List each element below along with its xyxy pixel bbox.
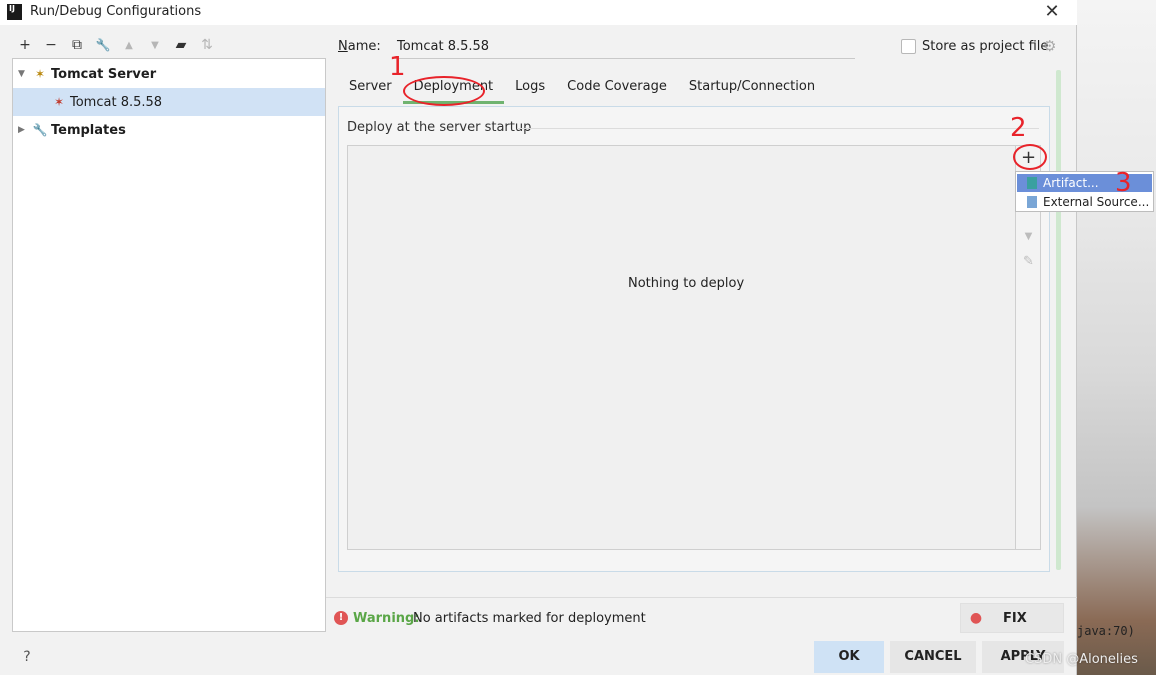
close-icon[interactable]: ✕ xyxy=(1040,0,1064,24)
move-down-deployment-button[interactable]: ▼ xyxy=(1016,225,1041,247)
deploy-section-title: Deploy at the server startup xyxy=(347,120,532,135)
move-down-button[interactable]: ▼ xyxy=(142,34,168,56)
annotation-circle-add xyxy=(1013,144,1047,170)
annotation-1: 1 xyxy=(389,52,406,82)
watermark: CSDN @Alonelies xyxy=(1025,652,1138,667)
tree-group-label: Tomcat Server xyxy=(51,66,157,82)
store-as-project-checkbox[interactable] xyxy=(901,39,916,54)
external-source-icon xyxy=(1027,196,1037,208)
wrench-icon: 🔧 xyxy=(95,38,111,52)
wrench-icon: 🔧 xyxy=(32,123,48,137)
new-folder-button[interactable]: ▰ xyxy=(168,34,194,56)
sort-button[interactable]: ⇅ xyxy=(194,34,220,56)
artifact-icon xyxy=(1027,177,1037,189)
edit-defaults-button[interactable]: 🔧 xyxy=(90,34,116,56)
error-icon: ! xyxy=(334,611,348,625)
empty-list-message: Nothing to deploy xyxy=(628,276,745,291)
folder-icon: ▰ xyxy=(175,37,187,53)
background-window xyxy=(1077,0,1156,675)
annotation-2: 2 xyxy=(1010,113,1027,143)
background-code-text: java:70) xyxy=(1077,624,1135,638)
name-field[interactable]: Tomcat 8.5.58 xyxy=(397,39,489,54)
tree-item-tomcat-config[interactable]: ✶ Tomcat 8.5.58 xyxy=(13,88,325,116)
arrow-up-icon: ▲ xyxy=(125,39,133,51)
config-toolbar: + − ⧉ 🔧 ▲ ▼ ▰ ⇅ xyxy=(12,34,220,56)
collapse-arrow-icon[interactable]: ▶ xyxy=(18,125,28,135)
name-label: Name: xyxy=(338,39,381,54)
warning-label: Warning: xyxy=(353,611,420,626)
add-configuration-button[interactable]: + xyxy=(12,34,38,56)
copy-configuration-button[interactable]: ⧉ xyxy=(64,34,90,56)
cancel-button[interactable]: CANCEL xyxy=(890,641,976,673)
tab-startup-connection[interactable]: Startup/Connection xyxy=(678,72,826,104)
tomcat-error-icon: ✶ xyxy=(53,95,65,109)
annotation-3: 3 xyxy=(1115,168,1132,198)
title-bar: IJ Run/Debug Configurations ✕ xyxy=(0,0,1077,25)
intellij-app-icon: IJ xyxy=(7,4,22,20)
minus-icon: − xyxy=(45,37,57,53)
scrollbar[interactable] xyxy=(1056,70,1061,570)
ok-button[interactable]: OK xyxy=(814,641,884,673)
window-title: Run/Debug Configurations xyxy=(30,4,202,19)
arrow-down-icon: ▼ xyxy=(151,39,159,51)
section-divider xyxy=(517,128,1039,129)
gear-icon[interactable]: ⚙ xyxy=(1043,38,1059,54)
run-debug-dialog: IJ Run/Debug Configurations ✕ + − ⧉ 🔧 ▲ … xyxy=(0,0,1077,675)
tab-logs[interactable]: Logs xyxy=(504,72,556,104)
plus-icon: + xyxy=(19,37,31,53)
popup-item-artifact[interactable]: Artifact... xyxy=(1017,174,1152,192)
tree-group-templates[interactable]: ▶ 🔧 Templates xyxy=(13,116,325,144)
arrow-down-icon: ▼ xyxy=(1024,231,1033,242)
warning-text: No artifacts marked for deployment xyxy=(413,611,646,626)
popup-item-external-source[interactable]: External Source... xyxy=(1017,193,1152,211)
deployment-list[interactable] xyxy=(347,145,1016,550)
tree-item-label: Tomcat 8.5.58 xyxy=(70,94,163,110)
sort-icon: ⇅ xyxy=(201,37,213,53)
bulb-error-icon: ● xyxy=(969,610,983,626)
tree-templates-label: Templates xyxy=(51,122,126,138)
pencil-icon: ✎ xyxy=(1023,254,1034,269)
warning-divider xyxy=(326,597,1077,598)
tomcat-icon: ✶ xyxy=(34,67,46,81)
expand-arrow-icon[interactable]: ▼ xyxy=(18,69,28,79)
edit-deployment-button[interactable]: ✎ xyxy=(1016,251,1041,273)
store-as-project-label[interactable]: Store as project file xyxy=(922,39,1048,54)
tab-code-coverage[interactable]: Code Coverage xyxy=(556,72,678,104)
tree-group-tomcat-server[interactable]: ▼ ✶ Tomcat Server xyxy=(13,60,325,88)
annotation-circle-deployment xyxy=(403,76,485,106)
fix-label: FIX xyxy=(1003,610,1027,626)
copy-icon: ⧉ xyxy=(72,37,82,53)
add-deployment-popup: Artifact... External Source... xyxy=(1015,171,1154,212)
remove-configuration-button[interactable]: − xyxy=(38,34,64,56)
move-up-button[interactable]: ▲ xyxy=(116,34,142,56)
name-field-underline xyxy=(395,58,855,59)
configuration-tree: ▼ ✶ Tomcat Server ✶ Tomcat 8.5.58 ▶ 🔧 Te… xyxy=(12,58,326,632)
fix-button[interactable]: ● FIX xyxy=(960,603,1064,633)
help-button[interactable]: ? xyxy=(18,648,36,666)
